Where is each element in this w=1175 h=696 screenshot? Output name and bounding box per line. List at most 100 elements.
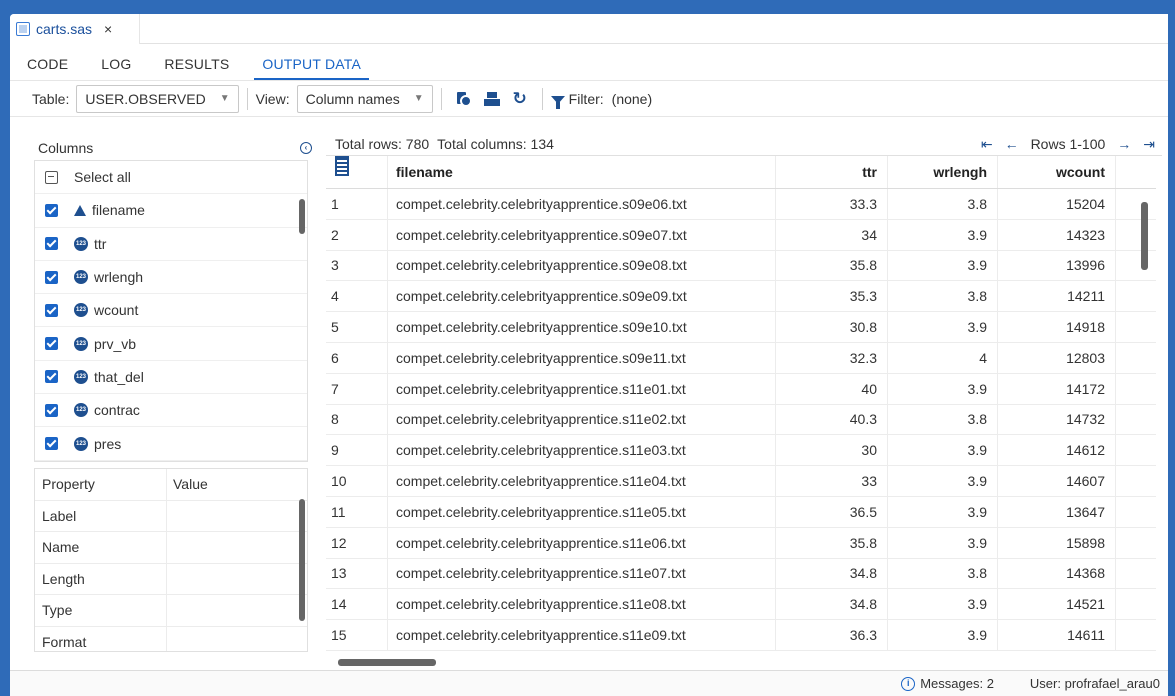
table-label: Table: [32,90,70,107]
grid-info-bar: Total rows: 780 Total columns: 134 ⇤ ← R… [335,133,1155,155]
table-row[interactable]: 9 compet.celebrity.celebrityapprentice.s1… [326,435,1156,467]
cell-ttr: 34 [776,219,888,250]
view-label: View: [255,90,290,107]
grid-body: 1 compet.celebrity.celebrityapprentice.s0… [326,189,1156,651]
row-number: 10 [326,466,388,496]
table-select[interactable]: USER.OBSERVED ▼ [76,84,239,113]
property-scrollbar[interactable] [299,499,305,621]
property-row: Type [35,595,307,627]
cell-ttr: 36.5 [776,496,888,527]
column-item[interactable]: 123 pres [35,427,307,461]
column-item[interactable]: 123 wcount [35,294,307,328]
messages-indicator[interactable]: i Messages: 2 [901,676,994,691]
view-select[interactable]: Column names ▼ [296,84,433,113]
column-checkbox[interactable] [45,303,58,317]
column-checkbox[interactable] [45,237,58,251]
column-checkbox[interactable] [45,270,58,284]
grid-horizontal-scrollbar[interactable] [338,659,436,666]
columns-scrollbar[interactable] [299,199,305,234]
previous-page-icon[interactable]: ← [1005,136,1019,152]
filter-label: Filter: [568,90,604,107]
row-number: 5 [326,312,388,342]
data-grid: filename ttr wrlengh wcount 1 compet.cele… [326,155,1156,664]
toolbar-divider [440,87,442,110]
tab-log[interactable]: LOG [101,56,131,80]
select-all-label: Select all [74,169,131,186]
cell-ttr: 33 [776,466,888,496]
tab-results[interactable]: RESULTS [164,56,229,80]
table-row[interactable]: 15 compet.celebrity.celebrityapprentice.s… [326,620,1156,651]
column-item[interactable]: 123 contrac [35,394,307,428]
table-row[interactable]: 2 compet.celebrity.celebrityapprentice.s0… [326,219,1156,251]
cell-wrlengh: 3.8 [888,558,998,589]
toolbar-divider [541,87,543,110]
row-number: 9 [326,435,388,466]
file-tabs: carts.sas × [10,14,1168,44]
property-row: Label [35,500,307,532]
row-number: 3 [326,250,388,281]
collapse-pane-icon[interactable]: ‹ [300,142,312,154]
table-row[interactable]: 5 compet.celebrity.celebrityapprentice.s0… [326,312,1156,343]
numeric-column-icon: 123 [74,236,88,251]
cell-wrlengh: 4 [888,342,998,373]
column-header-ttr[interactable]: ttr [776,156,888,188]
close-icon[interactable]: × [104,21,112,37]
cell-wcount: 13996 [998,250,1116,281]
column-item[interactable]: filename [35,194,307,228]
refresh-icon[interactable]: ↻ [512,90,528,107]
file-tab-carts[interactable]: carts.sas × [10,14,140,44]
filter-value: (none) [611,90,653,107]
column-item[interactable]: 123 ttr [35,228,307,261]
column-item[interactable]: 123 wrlengh [35,261,307,295]
cell-filename: compet.celebrity.celebrityapprentice.s11… [388,620,776,650]
cell-ttr: 35.3 [776,281,888,312]
column-checkbox[interactable] [45,337,58,351]
last-page-icon[interactable]: ⇥ [1143,136,1155,153]
table-row[interactable]: 8 compet.celebrity.celebrityapprentice.s1… [326,404,1156,436]
filter-button[interactable]: Filter: (none) [550,90,653,109]
property-header: Property [35,469,167,500]
column-item[interactable]: 123 that_del [35,361,307,395]
tab-code[interactable]: CODE [27,56,68,80]
cell-wcount: 14611 [998,620,1116,650]
column-label: wrlengh [94,269,144,286]
row-number: 11 [326,496,388,527]
table-row[interactable]: 1 compet.celebrity.celebrityapprentice.s0… [326,189,1156,220]
table-row[interactable]: 12 compet.celebrity.celebrityapprentice.s… [326,527,1156,559]
table-row[interactable]: 6 compet.celebrity.celebrityapprentice.s0… [326,342,1156,374]
cell-filename: compet.celebrity.celebrityapprentice.s11… [388,589,776,620]
cell-wcount: 12803 [998,342,1116,373]
next-page-icon[interactable]: → [1117,136,1131,152]
table-row[interactable]: 13 compet.celebrity.celebrityapprentice.s… [326,558,1156,590]
cell-filename: compet.celebrity.celebrityapprentice.s09… [388,250,776,281]
column-checkbox[interactable] [45,370,58,384]
column-checkbox[interactable] [45,203,58,217]
table-row[interactable]: 11 compet.celebrity.celebrityapprentice.s… [326,496,1156,528]
select-all-checkbox[interactable] [45,170,58,184]
row-number: 14 [326,589,388,620]
column-item[interactable]: 123 prv_vb [35,327,307,361]
column-header-wrlengh[interactable]: wrlengh [888,156,998,188]
tab-output-data[interactable]: OUTPUT DATA [254,56,370,80]
cell-ttr: 30 [776,435,888,466]
select-all-row[interactable]: Select all [35,161,307,195]
column-checkbox[interactable] [45,437,58,451]
table-row[interactable]: 7 compet.celebrity.celebrityapprentice.s1… [326,373,1156,405]
table-row[interactable]: 3 compet.celebrity.celebrityapprentice.s0… [326,250,1156,282]
column-checkbox[interactable] [45,403,58,417]
print-icon[interactable] [483,91,500,107]
sas-program-icon [16,22,30,36]
table-row[interactable]: 10 compet.celebrity.celebrityapprentice.s… [326,466,1156,497]
cell-wcount: 14172 [998,373,1116,404]
column-header-filename[interactable]: filename [388,156,776,188]
table-row[interactable]: 4 compet.celebrity.celebrityapprentice.s0… [326,281,1156,313]
column-header-wcount[interactable]: wcount [998,156,1116,188]
cell-filename: compet.celebrity.celebrityapprentice.s09… [388,342,776,373]
table-row[interactable]: 14 compet.celebrity.celebrityapprentice.s… [326,589,1156,621]
first-page-icon[interactable]: ⇤ [981,136,993,153]
cell-ttr: 35.8 [776,250,888,281]
grid-vertical-scrollbar[interactable] [1141,202,1148,270]
export-data-icon[interactable] [456,91,472,107]
column-label: that_del [94,368,144,385]
row-number: 15 [326,620,388,650]
